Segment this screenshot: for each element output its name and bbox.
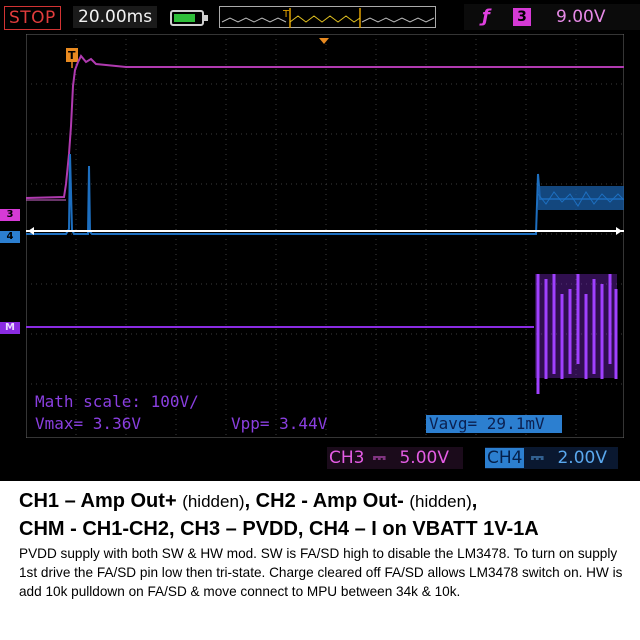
ch3-level-marker[interactable]: 3 xyxy=(0,209,20,221)
memory-depth-bar: T xyxy=(219,6,436,28)
trigger-level-readout[interactable]: 9.00V xyxy=(556,6,605,28)
top-status-bar: STOP 20.00ms T ƒ 3 9.00V xyxy=(0,0,640,32)
ch4-level-marker[interactable]: 4 xyxy=(0,231,20,243)
run-stop-indicator[interactable]: STOP xyxy=(4,6,61,30)
ch3-scale-box[interactable]: CH3 ⎓ 5.00V xyxy=(327,447,463,469)
ch3-tag: CH3 xyxy=(329,448,365,468)
math-level-marker[interactable]: M xyxy=(0,322,20,334)
oscilloscope-screen: STOP 20.00ms T ƒ 3 9.00V T 3 4 M Math sc… xyxy=(0,0,640,481)
caption-heading-line1: CH1 – Amp Out+ (hidden), CH2 - Amp Out- … xyxy=(19,490,478,512)
ch4-scale-box[interactable]: CH4 ⎓ 2.00V xyxy=(485,447,618,469)
dc-coupling-icon: ⎓ xyxy=(372,448,387,468)
trigger-panel[interactable] xyxy=(464,4,640,30)
battery-icon xyxy=(170,10,208,26)
waveform-grid: T xyxy=(26,34,624,438)
caption-paragraph: PVDD supply with both SW & HW mod. SW is… xyxy=(19,546,623,599)
math-scale-readout: Math scale: 100V/ xyxy=(35,392,199,411)
ch4-tag: CH4 xyxy=(485,448,525,468)
vavg-measurement: Vavg= 29.1mV xyxy=(426,415,562,433)
trigger-source-badge[interactable]: 3 xyxy=(513,8,531,26)
memory-overview-waveform: T xyxy=(221,8,435,28)
timebase-readout[interactable]: 20.00ms xyxy=(73,6,158,28)
dc-coupling-icon: ⎓ xyxy=(530,448,545,468)
ch3-scale: 5.00V xyxy=(399,448,449,468)
vmax-measurement: Vmax= 3.36V xyxy=(35,414,141,433)
svg-text:T: T xyxy=(68,49,76,62)
ch4-scale: 2.00V xyxy=(557,448,607,468)
vpp-measurement: Vpp= 3.44V xyxy=(231,414,328,433)
rising-edge-icon: ƒ xyxy=(482,6,490,27)
battery-level-fill xyxy=(174,14,195,22)
caption-heading-line2: CHM - CH1-CH2, CH3 – PVDD, CH4 – I on VB… xyxy=(19,518,539,540)
svg-text:T: T xyxy=(282,9,290,20)
